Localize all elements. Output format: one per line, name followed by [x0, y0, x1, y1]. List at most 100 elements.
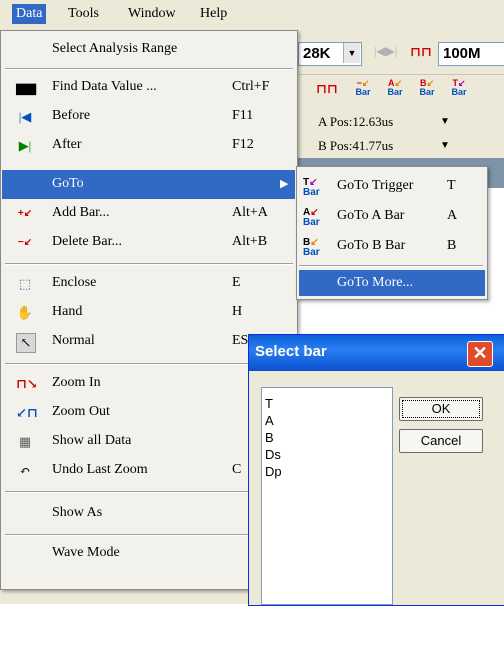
ok-button[interactable]: OK — [399, 397, 483, 421]
submenu-item-goto-more[interactable]: GoTo More... — [299, 270, 485, 296]
frequency-select[interactable]: 100M — [438, 42, 504, 66]
menu-item-shortcut: F12 — [232, 137, 254, 152]
menu-item-label: Hand — [52, 304, 83, 319]
list-item[interactable]: Ds — [265, 447, 281, 462]
menu-separator — [299, 265, 483, 267]
menu-item-add-bar[interactable]: +↙ Add Bar... Alt+A — [2, 199, 295, 228]
menu-separator — [5, 263, 293, 265]
submenu-item-label: GoTo More... — [337, 275, 414, 290]
a-bar-icon[interactable]: A↙ Bar — [384, 79, 406, 105]
submenu-item-label: GoTo B Bar — [337, 238, 406, 253]
b-pos-label: B Pos:41.77us — [318, 138, 394, 153]
menu-item-label: Add Bar... — [52, 205, 110, 220]
toolbar: 28K ▼ |◀▶| ⊓⊓ 100M — [292, 34, 504, 72]
menu-item-label: Undo Last Zoom — [52, 462, 148, 477]
position-panel: A Pos:12.63us ▼ B Pos:41.77us ▼ — [292, 108, 504, 158]
menu-item-label: Zoom In — [52, 375, 101, 390]
submenu-item-goto-b-bar[interactable]: B↙ Bar GoTo B Bar B — [299, 232, 485, 262]
a-bar-icon: A↙ Bar — [303, 207, 320, 228]
menu-item-label: Wave Mode — [52, 545, 120, 560]
pulse-icon: ⊓⊓ — [410, 44, 432, 59]
enclose-icon: ⬚ — [18, 276, 32, 291]
b-bar-icon[interactable]: B↙ Bar — [416, 79, 438, 105]
menu-bar: Data Tools Window Help — [0, 0, 504, 29]
menu-data[interactable]: Data — [12, 4, 47, 24]
dialog-title-bar[interactable]: Select bar ✕ — [249, 335, 504, 371]
undo-icon: ↶ — [19, 463, 31, 478]
zoom-in-tool-icon[interactable]: ⊓⊓ — [316, 81, 338, 97]
add-bar-icon: +↙ — [17, 208, 33, 219]
list-item[interactable]: Dp — [265, 464, 282, 479]
chevron-down-icon[interactable]: ▼ — [440, 116, 450, 127]
show-all-icon: ▦ — [18, 434, 32, 449]
submenu-item-shortcut: T — [447, 178, 456, 193]
menu-item-hand[interactable]: ✋ Hand H — [2, 298, 295, 327]
list-item[interactable]: T — [265, 396, 273, 411]
arrow-left-icon: |◀ — [18, 109, 32, 124]
submenu-arrow-icon: ▶ — [280, 178, 289, 190]
menu-tools[interactable]: Tools — [64, 4, 103, 24]
menu-item-shortcut: Alt+A — [232, 205, 268, 220]
chevron-down-icon[interactable]: ▼ — [440, 140, 450, 151]
menu-item-shortcut: E — [232, 275, 241, 290]
menu-item-label: Show As — [52, 505, 103, 520]
menu-item-shortcut: Alt+B — [232, 234, 268, 249]
menu-item-find-data-value[interactable]: ▆▆ Find Data Value ... Ctrl+F — [2, 73, 295, 102]
menu-item-label: Zoom Out — [52, 404, 110, 419]
frequency-value: 100M — [443, 45, 481, 62]
trigger-bar-icon[interactable]: T↙ Bar — [448, 79, 470, 105]
arrow-right-icon: ▶| — [18, 138, 32, 153]
menu-item-label: After — [52, 137, 82, 152]
menu-item-label: Show all Data — [52, 433, 132, 448]
submenu-item-label: GoTo Trigger — [337, 178, 414, 193]
a-pos-label: A Pos:12.63us — [318, 114, 394, 129]
submenu-item-shortcut: A — [447, 208, 458, 223]
menu-item-select-analysis-range[interactable]: Select Analysis Range — [2, 35, 295, 64]
submenu-item-shortcut: B — [447, 238, 457, 253]
list-item[interactable]: B — [265, 430, 274, 445]
cancel-button[interactable]: Cancel — [399, 429, 483, 453]
chevron-down-icon: ▼ — [343, 43, 360, 63]
menu-item-shortcut: F11 — [232, 108, 254, 123]
submenu-item-goto-trigger[interactable]: T↙ Bar GoTo Trigger T — [299, 172, 485, 202]
submenu-item-goto-a-bar[interactable]: A↙ Bar GoTo A Bar A — [299, 202, 485, 232]
menu-window[interactable]: Window — [124, 4, 180, 24]
delete-bar-icon: −↙ — [17, 237, 33, 248]
menu-item-label: Delete Bar... — [52, 234, 122, 249]
menu-item-label: Normal — [52, 333, 95, 348]
menu-separator — [5, 68, 293, 70]
menu-item-label: Before — [52, 108, 91, 123]
menu-item-shortcut: C — [232, 462, 242, 477]
dialog-title: Select bar — [255, 343, 327, 360]
menu-item-shortcut: H — [232, 304, 243, 319]
hand-icon: ✋ — [16, 305, 34, 320]
menu-item-shortcut: Ctrl+F — [232, 79, 270, 94]
menu-item-delete-bar[interactable]: −↙ Delete Bar... Alt+B — [2, 228, 295, 257]
sample-rate-value: 28K — [303, 45, 331, 62]
bar-toolbar: ⊓⊓ −↙ Bar A↙ Bar B↙ Bar T↙ Bar — [292, 74, 504, 109]
sample-rate-select[interactable]: 28K ▼ — [298, 42, 362, 66]
menu-help[interactable]: Help — [196, 4, 231, 24]
zoom-out-icon: ↙⊓ — [16, 405, 38, 420]
select-bar-dialog: Select bar ✕ T A B Ds Dp OK Cancel — [248, 334, 504, 606]
menu-item-goto[interactable]: GoTo ▶ — [2, 170, 295, 199]
menu-item-label: Select Analysis Range — [52, 41, 178, 56]
close-icon[interactable]: ✕ — [467, 341, 493, 367]
bar-list[interactable]: T A B Ds Dp — [261, 387, 393, 605]
menu-item-label: GoTo — [52, 176, 84, 191]
trigger-bar-icon: T↙ Bar — [303, 177, 320, 198]
delete-bar-icon[interactable]: −↙ Bar — [352, 79, 374, 105]
binoculars-icon: ▆▆ — [16, 80, 36, 95]
menu-item-after[interactable]: ▶| After F12 — [2, 131, 295, 160]
b-bar-icon: B↙ Bar — [303, 237, 320, 258]
submenu-item-label: GoTo A Bar — [337, 208, 405, 223]
goto-submenu: T↙ Bar GoTo Trigger T A↙ Bar GoTo A Bar A … — [296, 166, 488, 300]
menu-item-enclose[interactable]: ⬚ Enclose E — [2, 269, 295, 298]
disabled-tool-icon: |◀▶| — [374, 44, 398, 58]
list-item[interactable]: A — [265, 413, 274, 428]
menu-item-label: Find Data Value ... — [52, 79, 157, 94]
menu-item-label: Enclose — [52, 275, 97, 290]
menu-item-before[interactable]: |◀ Before F11 — [2, 102, 295, 131]
zoom-in-icon: ⊓↘ — [16, 376, 38, 391]
pointer-icon: ↖ — [16, 333, 36, 353]
